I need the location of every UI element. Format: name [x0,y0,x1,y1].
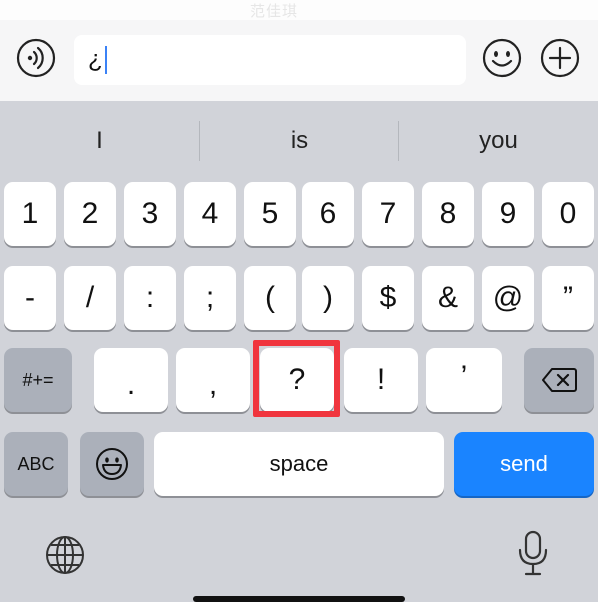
text-caret [104,46,107,74]
emoji-keyboard-key[interactable] [80,432,144,496]
smiley-icon [482,38,522,78]
key-comma[interactable]: , [176,348,250,412]
space-key[interactable]: space [154,432,444,496]
key-3[interactable]: 3 [124,182,176,246]
key-4[interactable]: 4 [184,182,236,246]
key-left-paren[interactable]: ( [244,266,296,330]
key-0[interactable]: 0 [542,182,594,246]
microphone-icon [518,530,548,576]
send-key[interactable]: send [454,432,594,496]
message-input-text: ¿ [88,46,103,73]
message-input[interactable]: ¿ [74,35,466,85]
key-2[interactable]: 2 [64,182,116,246]
key-1[interactable]: 1 [4,182,56,246]
globe-button[interactable] [44,534,86,581]
voice-message-button[interactable] [16,38,56,78]
top-strip [0,0,598,20]
key-8[interactable]: 8 [422,182,474,246]
key-dollar[interactable]: $ [362,266,414,330]
abc-key[interactable]: ABC [4,432,68,496]
more-symbols-key[interactable]: #+= [4,348,72,412]
dictation-button[interactable] [516,530,550,583]
plus-icon [540,38,580,78]
suggestion-item[interactable]: you [399,101,598,181]
key-5[interactable]: 5 [244,182,296,246]
home-indicator [193,596,405,602]
watermark: 范佳琪 [250,3,299,20]
key-semicolon[interactable]: ; [184,266,236,330]
suggestion-bar: I is you [0,101,598,181]
key-ampersand[interactable]: & [422,266,474,330]
key-question-mark[interactable]: ? [260,348,334,412]
key-9[interactable]: 9 [482,182,534,246]
more-options-button[interactable] [540,38,580,78]
backspace-icon [542,368,577,392]
key-6[interactable]: 6 [302,182,354,246]
key-colon[interactable]: : [124,266,176,330]
voice-icon [16,38,56,78]
key-7[interactable]: 7 [362,182,414,246]
emoji-button[interactable] [482,38,522,78]
key-apostrophe[interactable]: ’ [426,348,502,412]
emoji-face-icon [96,448,128,480]
key-at[interactable]: @ [482,266,534,330]
key-period[interactable]: . [94,348,168,412]
suggestion-item[interactable]: is [200,101,399,181]
key-slash[interactable]: / [64,266,116,330]
key-exclamation[interactable]: ! [344,348,418,412]
key-right-paren[interactable]: ) [302,266,354,330]
key-quote[interactable]: ” [542,266,594,330]
key-hyphen[interactable]: - [4,266,56,330]
suggestion-item[interactable]: I [0,101,199,181]
globe-icon [46,536,84,574]
backspace-key[interactable] [524,348,594,412]
